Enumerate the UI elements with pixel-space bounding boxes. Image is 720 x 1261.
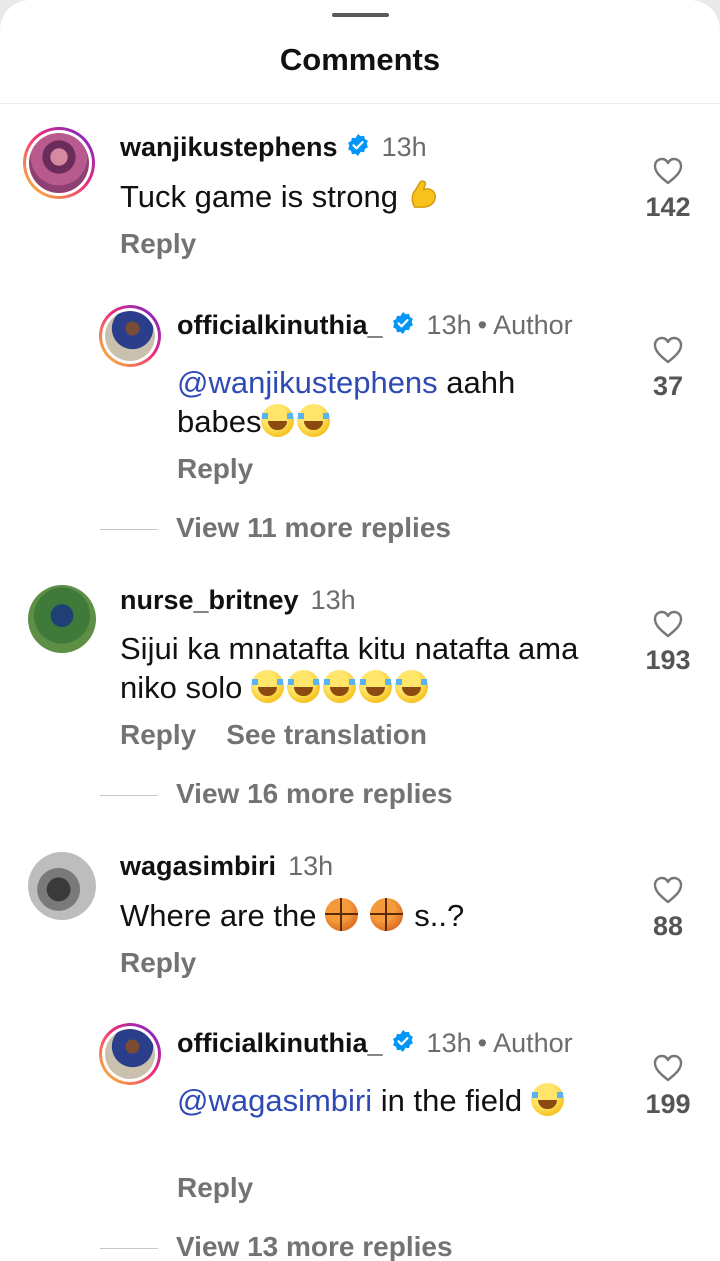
author-label: Author	[493, 310, 573, 340]
laughing-tears-emoji	[261, 404, 295, 437]
comment-body: in the field	[372, 1083, 531, 1118]
separator-dot: •	[477, 1028, 488, 1058]
timestamp: 13h	[426, 1028, 472, 1058]
author-label: Author	[493, 1028, 573, 1058]
heart-outline-icon	[653, 876, 683, 904]
reply-button[interactable]: Reply	[177, 1172, 253, 1203]
username[interactable]: officialkinuthia_	[177, 1028, 383, 1058]
basketball-emoji	[369, 898, 403, 931]
reply-button[interactable]: Reply	[120, 228, 196, 259]
mention-link[interactable]: @wagasimbiri	[177, 1083, 372, 1118]
like-count: 37	[652, 371, 684, 401]
laughing-tears-emoji	[322, 670, 356, 703]
laughing-tears-emoji	[358, 670, 392, 703]
username[interactable]: wagasimbiri	[120, 851, 276, 881]
flexed-biceps-emoji	[411, 180, 436, 208]
header-divider	[0, 103, 720, 104]
username[interactable]: wanjikustephens	[120, 132, 338, 162]
comment-body: Where are the	[120, 898, 326, 933]
avatar[interactable]	[99, 305, 161, 367]
comments-sheet: Comments wanjikustephens 13h Tuck game is…	[0, 0, 720, 1261]
comment-actions: Reply	[177, 453, 253, 485]
like-button[interactable]: 37	[638, 335, 698, 402]
comment-text: Sijui ka mnatafta kitu natafta ama niko …	[120, 629, 580, 707]
avatar[interactable]	[28, 585, 96, 653]
verified-badge-icon	[391, 311, 415, 342]
reply-button[interactable]: Reply	[120, 719, 196, 750]
laughing-tears-emoji	[530, 1083, 564, 1116]
view-more-label: View 16 more replies	[176, 778, 453, 809]
avatar[interactable]	[99, 1023, 161, 1085]
avatar[interactable]	[28, 852, 96, 920]
laughing-tears-emoji	[297, 404, 331, 437]
heart-outline-icon	[653, 336, 683, 364]
heart-outline-icon	[653, 610, 683, 638]
reply-button[interactable]: Reply	[120, 947, 196, 978]
comment-text: Where are the s..?	[120, 896, 580, 935]
comment-actions: Reply	[120, 228, 196, 260]
like-button[interactable]: 142	[638, 156, 698, 223]
thread-line	[100, 529, 158, 531]
avatar-image	[105, 1029, 155, 1079]
timestamp: 13h	[426, 310, 472, 340]
timestamp: 13h	[381, 132, 427, 162]
view-more-replies-button[interactable]: View 13 more replies	[100, 1231, 453, 1261]
like-button[interactable]: 199	[638, 1053, 698, 1120]
thread-line	[100, 795, 158, 797]
view-more-label: View 13 more replies	[176, 1231, 453, 1261]
comment-header: officialkinuthia_ 13h • Author	[177, 310, 573, 342]
view-more-replies-button[interactable]: View 11 more replies	[100, 512, 451, 544]
like-count: 193	[645, 645, 691, 675]
comment-header: wagasimbiri 13h	[120, 851, 333, 882]
comment-body: Tuck game is strong	[120, 179, 398, 214]
avatar-image	[29, 133, 89, 193]
comment-header: officialkinuthia_ 13h • Author	[177, 1028, 573, 1060]
like-count: 142	[645, 192, 691, 222]
comment-header: nurse_britney 13h	[120, 585, 356, 616]
verified-badge-icon	[346, 133, 370, 164]
verified-badge-icon	[391, 1029, 415, 1060]
avatar[interactable]	[23, 127, 95, 199]
comment-text: Tuck game is strong	[120, 177, 580, 216]
view-more-replies-button[interactable]: View 16 more replies	[100, 778, 453, 810]
heart-outline-icon	[653, 157, 683, 185]
username[interactable]: officialkinuthia_	[177, 310, 383, 340]
laughing-tears-emoji	[394, 670, 428, 703]
comment-header: wanjikustephens 13h	[120, 132, 427, 164]
drag-handle[interactable]	[332, 13, 389, 17]
like-button[interactable]: 88	[638, 875, 698, 942]
basketball-emoji	[325, 898, 359, 931]
comment-text: @wanjikustephens aahh babes	[177, 363, 577, 441]
like-count: 199	[645, 1089, 691, 1119]
thread-line	[100, 1248, 158, 1250]
reply-button[interactable]: Reply	[177, 453, 253, 484]
mention-link[interactable]: @wanjikustephens	[177, 365, 438, 400]
username[interactable]: nurse_britney	[120, 585, 299, 615]
laughing-tears-emoji	[250, 670, 284, 703]
laughing-tears-emoji	[286, 670, 320, 703]
comment-actions: Reply	[120, 947, 196, 979]
like-count: 88	[652, 911, 684, 941]
sheet-title: Comments	[279, 42, 441, 77]
avatar-image	[28, 852, 96, 920]
heart-outline-icon	[653, 1054, 683, 1082]
comment-body-end: s..?	[405, 898, 465, 933]
comment-actions: Reply	[177, 1172, 253, 1204]
like-button[interactable]: 193	[638, 609, 698, 676]
see-translation-button[interactable]: See translation	[226, 719, 427, 750]
avatar-image	[28, 585, 96, 653]
comment-actions: Reply See translation	[120, 719, 427, 751]
timestamp: 13h	[288, 851, 334, 881]
avatar-image	[105, 311, 155, 361]
timestamp: 13h	[310, 585, 356, 615]
view-more-label: View 11 more replies	[176, 512, 451, 543]
comment-text: @wagasimbiri in the field	[177, 1081, 597, 1120]
separator-dot: •	[477, 310, 488, 340]
